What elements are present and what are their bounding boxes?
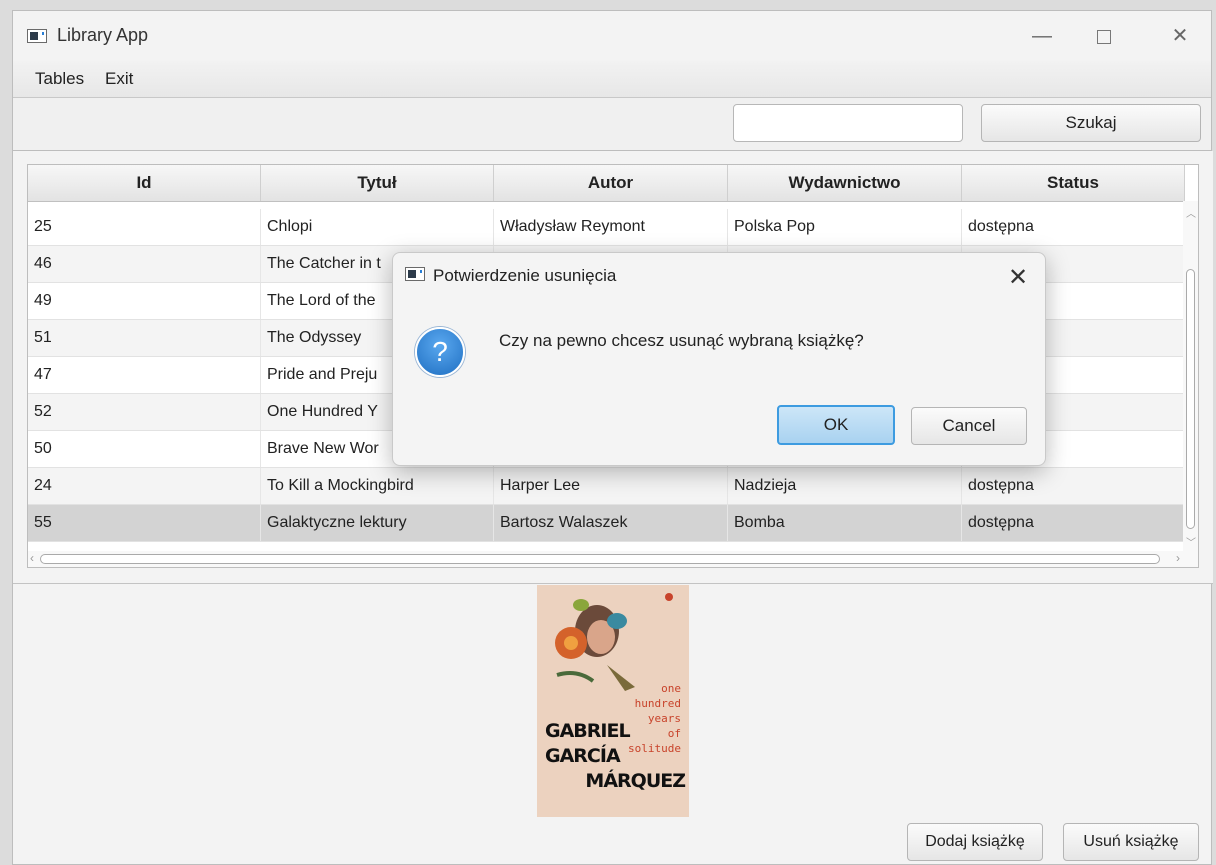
menu-exit[interactable]: Exit [105, 69, 133, 89]
scroll-down-icon[interactable]: ﹀ [1186, 534, 1196, 549]
scroll-right-icon[interactable]: › [1176, 551, 1180, 565]
cell-id: 50 [28, 431, 261, 467]
delete-confirmation-dialog: Potwierdzenie usunięcia ✕ ? Czy na pewno… [392, 252, 1046, 466]
book-cover-image: one hundred years of solitude GABRIEL GA… [537, 585, 689, 817]
cell-id: 47 [28, 357, 261, 393]
cell-id: 51 [28, 320, 261, 356]
title-bar: Library App — ✕ [13, 11, 1211, 61]
cell-status: dostępna [962, 468, 1185, 504]
menu-tables[interactable]: Tables [35, 69, 84, 89]
window-title: Library App [57, 25, 149, 45]
cell-author: Władysław Reymont [494, 209, 728, 245]
cell-publisher: Bomba [728, 505, 962, 541]
search-input[interactable] [733, 104, 963, 142]
dialog-title: Potwierdzenie usunięcia [433, 266, 617, 285]
cell-id: 52 [28, 394, 261, 430]
column-header-title[interactable]: Tytuł [261, 165, 494, 201]
column-header-author[interactable]: Autor [494, 165, 728, 201]
dialog-message: Czy na pewno chcesz usunąć wybraną książ… [499, 331, 864, 350]
question-icon: ? [415, 327, 465, 377]
scroll-left-icon[interactable]: ‹ [30, 551, 34, 565]
table-row[interactable]: 55 Galaktyczne lektury Bartosz Walaszek Bom… [28, 505, 1185, 542]
table-header: Id Tytuł Autor Wydawnictwo Status [28, 165, 1185, 202]
cell-title: Chlopi [261, 209, 494, 245]
app-icon [27, 29, 47, 43]
dialog-app-icon [405, 267, 425, 281]
horizontal-scrollbar[interactable]: ‹ › [28, 551, 1198, 567]
cell-title: Galaktyczne lektury [261, 505, 494, 541]
cell-title: To Kill a Mockingbird [261, 468, 494, 504]
cancel-button[interactable]: Cancel [911, 407, 1027, 445]
search-toolbar: Szukaj [13, 98, 1211, 151]
scroll-up-icon[interactable]: ︿ [1186, 205, 1196, 220]
cell-id: 25 [28, 209, 261, 245]
add-book-button[interactable]: Dodaj książkę [907, 823, 1043, 861]
table-row[interactable]: 25 Chlopi Władysław Reymont Polska Pop dostę… [28, 209, 1185, 246]
cell-id: 49 [28, 283, 261, 319]
column-header-status[interactable]: Status [962, 165, 1185, 201]
close-icon[interactable]: ✕ [1157, 11, 1203, 61]
cell-id: 24 [28, 468, 261, 504]
minimize-icon[interactable]: — [1019, 11, 1065, 61]
vertical-scroll-thumb[interactable] [1186, 269, 1195, 529]
cover-author: GABRIEL GARCÍA MÁRQUEZ [545, 720, 686, 792]
cell-publisher: Polska Pop [728, 209, 962, 245]
table-row[interactable]: 24 To Kill a Mockingbird Harper Lee Nadziej… [28, 468, 1185, 505]
column-header-publisher[interactable]: Wydawnictwo [728, 165, 962, 201]
cell-publisher: Nadzieja [728, 468, 962, 504]
cell-status: dostępna [962, 505, 1185, 541]
cell-status: dostępna [962, 209, 1185, 245]
cell-author: Bartosz Walaszek [494, 505, 728, 541]
search-button[interactable]: Szukaj [981, 104, 1201, 142]
cell-id: 46 [28, 246, 261, 282]
menu-bar: Tables Exit [13, 61, 1211, 98]
dialog-close-icon[interactable]: ✕ [1001, 261, 1035, 295]
cell-id: 55 [28, 505, 261, 541]
cell-author: Harper Lee [494, 468, 728, 504]
ok-button[interactable]: OK [777, 405, 895, 445]
vertical-scrollbar[interactable]: ︿ ﹀ [1183, 201, 1198, 553]
remove-book-button[interactable]: Usuń książkę [1063, 823, 1199, 861]
maximize-icon[interactable] [1081, 11, 1127, 61]
horizontal-scroll-thumb[interactable] [40, 554, 1160, 564]
column-header-id[interactable]: Id [28, 165, 261, 201]
